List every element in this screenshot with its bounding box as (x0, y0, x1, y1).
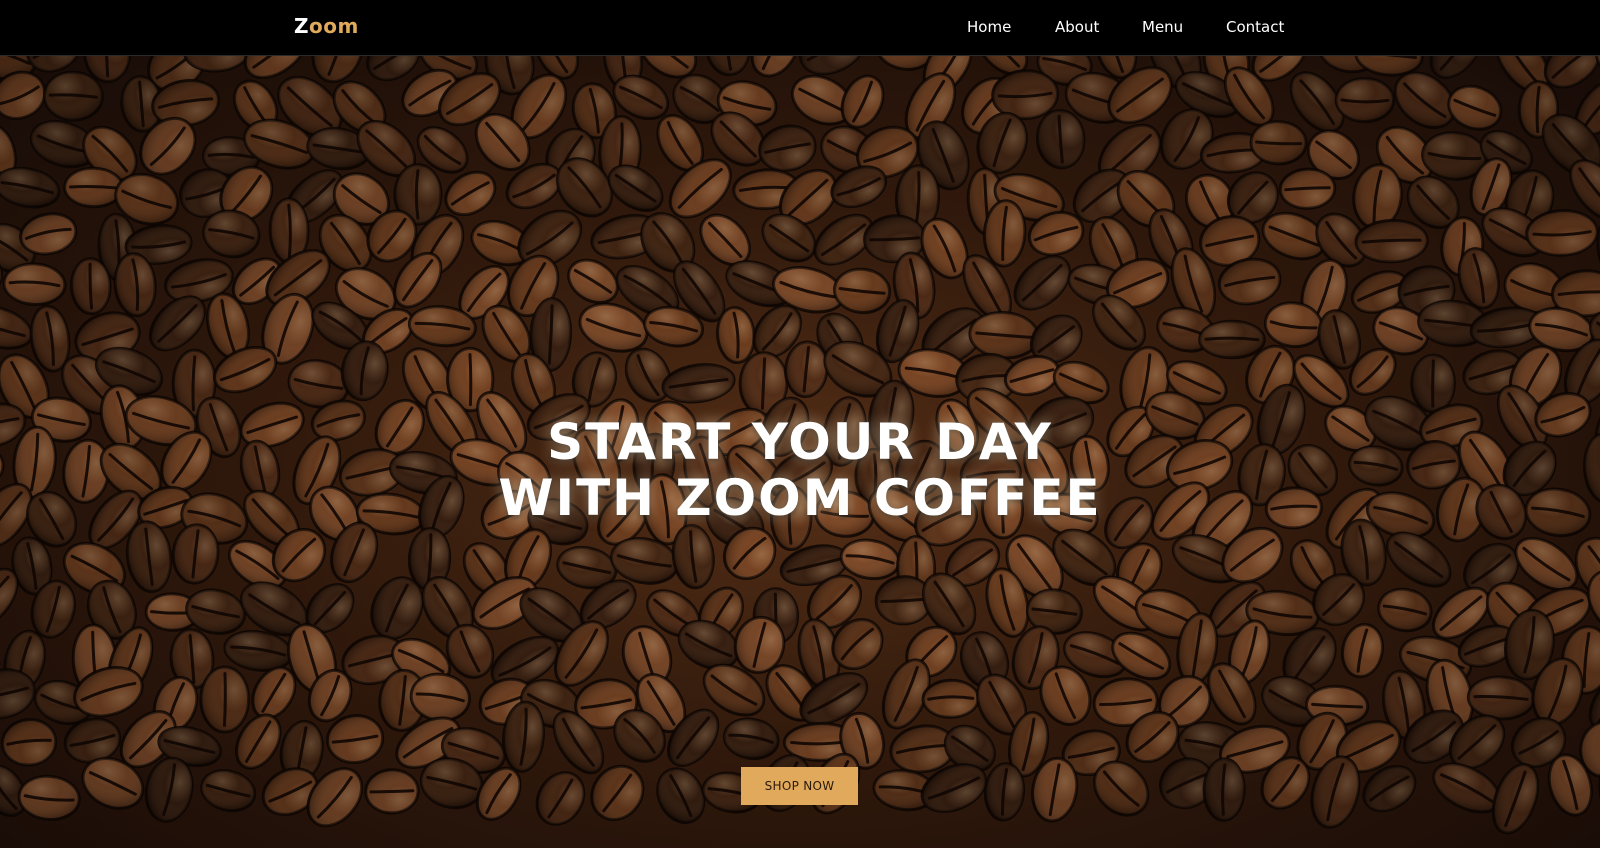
hero-headline-line-1: START YOUR DAY (547, 413, 1053, 471)
nav-link-home[interactable]: Home (967, 18, 1011, 36)
top-navbar: Zoom Home About Menu Contact (0, 0, 1600, 56)
hero-headline: START YOUR DAY WITH ZOOM COFFEE (0, 414, 1600, 526)
nav-link-contact[interactable]: Contact (1226, 18, 1284, 36)
main-nav: Home About Menu Contact (0, 18, 1600, 38)
nav-link-about[interactable]: About (1055, 18, 1099, 36)
hero-section: START YOUR DAY WITH ZOOM COFFEE SHOP NOW (0, 56, 1600, 848)
nav-link-menu[interactable]: Menu (1142, 18, 1183, 36)
hero-headline-line-2: WITH ZOOM COFFEE (498, 469, 1102, 527)
shop-now-button[interactable]: SHOP NOW (741, 767, 858, 805)
